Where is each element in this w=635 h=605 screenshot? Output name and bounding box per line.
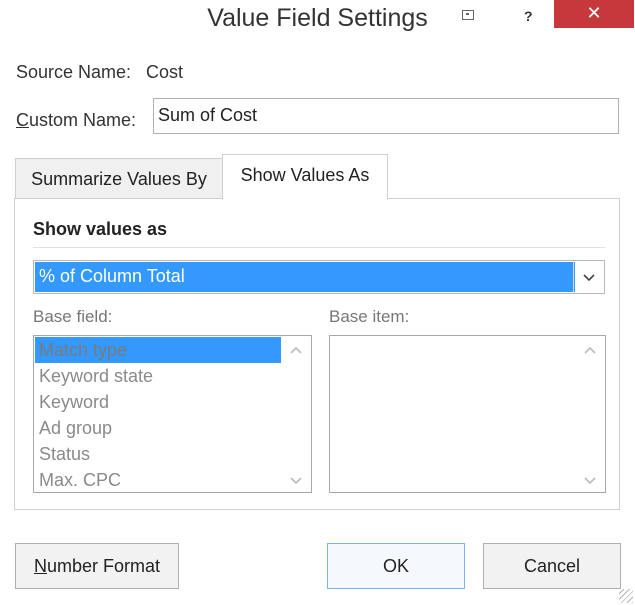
- base-item-scrollbar[interactable]: [575, 336, 605, 492]
- base-field-listbox[interactable]: Match type Keyword state Keyword Ad grou…: [33, 335, 312, 493]
- scroll-down-icon[interactable]: [281, 473, 311, 488]
- chevron-down-icon[interactable]: [573, 261, 604, 293]
- list-item[interactable]: Keyword: [35, 389, 281, 415]
- list-item[interactable]: Ad group: [35, 415, 281, 441]
- source-name-label: Source Name:: [16, 62, 132, 82]
- list-item[interactable]: Keyword state: [35, 363, 281, 389]
- cancel-button[interactable]: Cancel: [483, 543, 621, 589]
- list-item[interactable]: Max. CPC: [35, 467, 281, 492]
- show-values-as-panel: Show values as % of Column Total Base fi…: [14, 198, 620, 510]
- ok-button[interactable]: OK: [327, 543, 465, 589]
- list-item[interactable]: Match type: [35, 337, 281, 363]
- scroll-up-icon[interactable]: [575, 342, 605, 357]
- base-field-scrollbar[interactable]: [281, 336, 311, 492]
- close-button[interactable]: ✕: [554, 0, 634, 28]
- scroll-down-icon[interactable]: [575, 473, 605, 488]
- show-values-as-dropdown[interactable]: % of Column Total: [33, 260, 605, 294]
- list-item[interactable]: Status: [35, 441, 281, 467]
- help-button[interactable]: ?: [524, 8, 533, 24]
- base-item-listbox[interactable]: [329, 335, 606, 493]
- tab-show-values-as[interactable]: Show Values As: [222, 154, 388, 200]
- dialog-title: Value Field Settings: [207, 4, 428, 32]
- restore-icon[interactable]: [462, 10, 474, 20]
- custom-name-label: Custom Name:: [16, 110, 137, 130]
- number-format-button[interactable]: Number Format: [15, 543, 179, 589]
- value-field-settings-dialog: Value Field Settings ? ✕ Source Name: Co…: [0, 0, 635, 605]
- source-name-value: Cost: [146, 62, 184, 82]
- scroll-up-icon[interactable]: [281, 342, 311, 357]
- base-item-label: Base item:: [329, 307, 410, 326]
- section-divider: [33, 247, 605, 248]
- custom-name-input[interactable]: Sum of Cost: [153, 98, 619, 134]
- base-field-label: Base field:: [33, 307, 113, 326]
- section-title: Show values as: [33, 219, 168, 239]
- resize-grip-icon[interactable]: [619, 589, 633, 603]
- tab-summarize-values-by[interactable]: Summarize Values By: [15, 158, 223, 198]
- title-bar: Value Field Settings ? ✕: [0, 0, 635, 42]
- show-values-as-selected: % of Column Total: [35, 262, 575, 292]
